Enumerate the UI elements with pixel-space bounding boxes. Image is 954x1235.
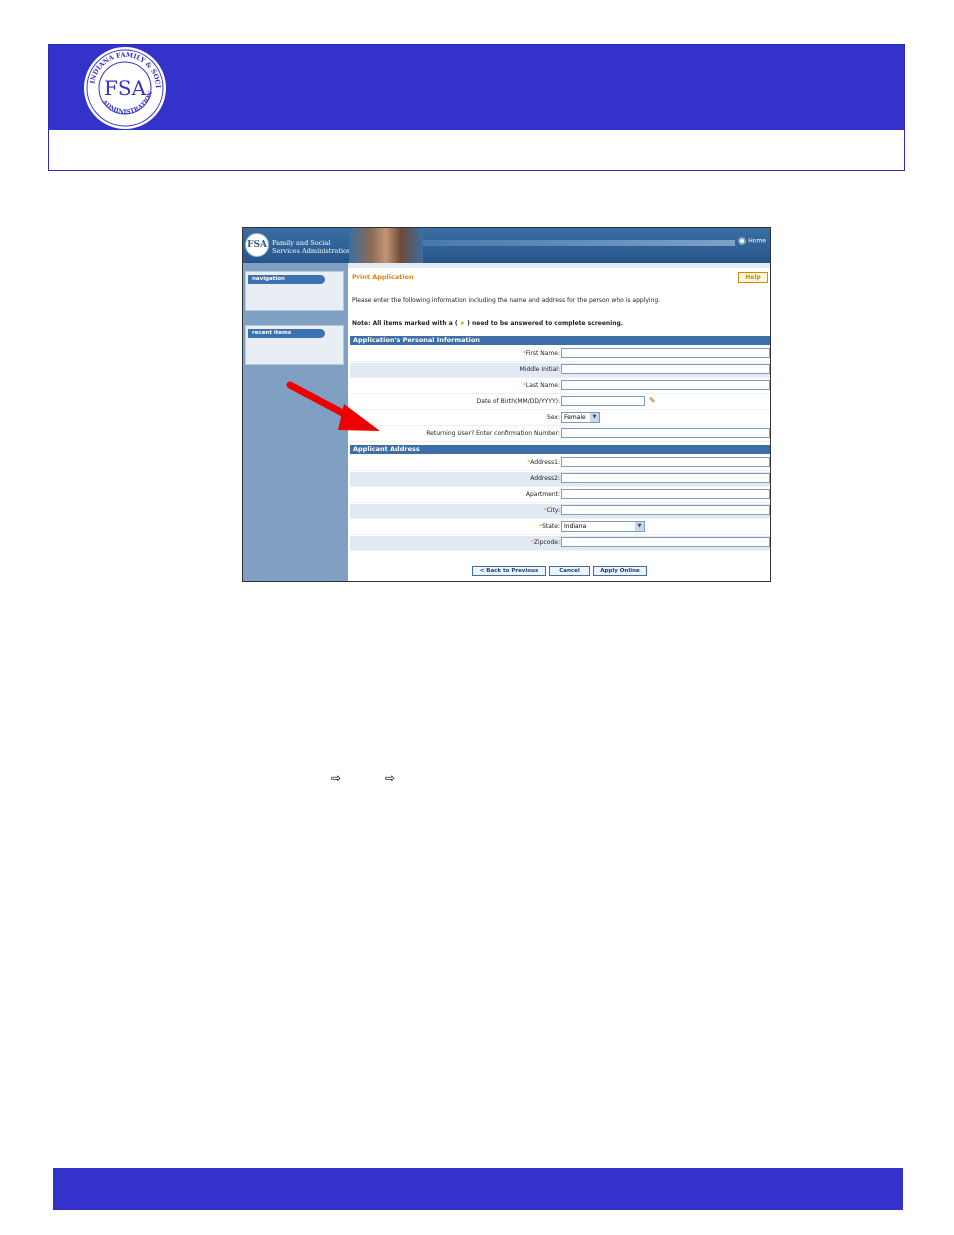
last-name-row: *Last Name: xyxy=(350,379,770,394)
address2-input[interactable] xyxy=(561,473,770,483)
sex-label: Sex: xyxy=(547,414,560,421)
last-name-label: *Last Name: xyxy=(523,382,560,389)
app-header: FSA Family and Social Services Administr… xyxy=(243,228,770,263)
navigation-panel: navigation xyxy=(245,271,344,311)
navigation-tab[interactable]: navigation xyxy=(248,275,325,284)
first-name-label-text: First Name: xyxy=(525,350,560,357)
state-select-value: Indiana xyxy=(564,523,587,530)
document-footer xyxy=(53,1168,903,1210)
address1-label-text: Address1: xyxy=(530,459,560,466)
zipcode-label: *Zipcode: xyxy=(531,539,560,546)
city-label-text: City: xyxy=(546,507,560,514)
page-title: Print Application xyxy=(352,273,414,281)
fssa-logo-icon: FSA xyxy=(245,233,269,257)
chevron-down-icon: ▼ xyxy=(635,522,644,531)
personal-info-header: Application's Personal Information xyxy=(350,336,770,345)
required-note: Note: All items marked with a ( ★ ) need… xyxy=(352,320,623,327)
first-name-input[interactable] xyxy=(561,348,770,358)
svg-text:FSA: FSA xyxy=(104,76,147,100)
city-label: *City: xyxy=(544,507,560,514)
org-name-line1: Family and Social xyxy=(272,239,331,247)
chevron-down-icon: ▼ xyxy=(590,413,599,422)
middle-initial-input[interactable] xyxy=(561,364,770,374)
header-subband xyxy=(49,130,904,170)
middle-initial-row: Middle Initial: xyxy=(350,363,770,378)
state-row: *State: Indiana ▼ xyxy=(350,520,770,535)
star-icon: ★ xyxy=(459,320,466,327)
last-name-label-text: Last Name: xyxy=(525,382,560,389)
apartment-input[interactable] xyxy=(561,489,770,499)
document-header: INDIANA FAMILY & SOCIAL SERVICES ADMINIS… xyxy=(48,44,905,171)
org-name-line2: Services Administration xyxy=(272,247,352,255)
family-photo xyxy=(349,228,423,263)
cancel-button[interactable]: Cancel xyxy=(549,566,590,576)
header-stripe xyxy=(423,240,735,246)
address1-label: *Address1: xyxy=(527,459,560,466)
recent-items-panel: recent items xyxy=(245,325,344,365)
state-label-text: State: xyxy=(542,523,560,530)
first-name-label: *First Name: xyxy=(523,350,560,357)
apply-online-button[interactable]: Apply Online xyxy=(593,566,647,576)
home-label: Home xyxy=(748,237,766,245)
city-input[interactable] xyxy=(561,505,770,515)
help-button[interactable]: Help xyxy=(738,272,768,283)
zipcode-label-text: Zipcode: xyxy=(533,539,560,546)
recent-items-tab[interactable]: recent items xyxy=(248,329,325,338)
calendar-icon[interactable]: ✎ xyxy=(649,396,658,406)
address2-row: Address2: xyxy=(350,472,770,487)
main-content: Print Application Help Please enter the … xyxy=(348,263,770,581)
note-suffix: ) need to be answered to complete screen… xyxy=(467,320,624,327)
red-pointer-arrow-icon xyxy=(286,381,380,431)
city-row: *City: xyxy=(350,504,770,519)
dob-row: Date of Birth(MM/DD/YYYY): ✎ xyxy=(350,395,770,410)
middle-initial-label: Middle Initial: xyxy=(519,366,560,373)
top-bar xyxy=(348,263,770,268)
fssa-seal-logo: INDIANA FAMILY & SOCIAL SERVICES ADMINIS… xyxy=(82,45,166,129)
dob-input[interactable] xyxy=(561,396,645,406)
state-label: *State: xyxy=(539,523,560,530)
org-name: Family and Social Services Administratio… xyxy=(272,239,351,255)
address1-row: *Address1: xyxy=(350,456,770,471)
last-name-input[interactable] xyxy=(561,380,770,390)
right-arrow-icon: ⇨ xyxy=(331,771,342,785)
returning-user-label: Returning User? Enter confirmation Numbe… xyxy=(426,430,560,437)
right-arrow-icon: ⇨ xyxy=(385,771,396,785)
dob-label: Date of Birth(MM/DD/YYYY): xyxy=(476,398,560,405)
state-select[interactable]: Indiana ▼ xyxy=(561,521,645,532)
home-link[interactable]: Home xyxy=(738,237,766,245)
confirmation-number-input[interactable] xyxy=(561,428,770,438)
header-band xyxy=(49,45,904,130)
zipcode-input[interactable] xyxy=(561,537,770,547)
sex-row: Sex: Female ▼ xyxy=(350,411,770,426)
returning-user-row: Returning User? Enter confirmation Numbe… xyxy=(350,427,770,442)
sex-select-value: Female xyxy=(564,414,586,421)
apartment-label: Apartment: xyxy=(525,491,560,498)
address1-input[interactable] xyxy=(561,457,770,467)
home-icon xyxy=(738,237,747,245)
back-to-previous-button[interactable]: < Back to Previous xyxy=(472,566,546,576)
intro-text: Please enter the following information i… xyxy=(352,297,661,304)
first-name-row: *First Name: xyxy=(350,347,770,362)
address2-label: Address2: xyxy=(530,475,560,482)
note-prefix: Note: All items marked with a ( xyxy=(352,320,458,327)
applicant-address-header: Applicant Address xyxy=(350,445,770,454)
apartment-row: Apartment: xyxy=(350,488,770,503)
sex-select[interactable]: Female ▼ xyxy=(561,412,600,423)
zipcode-row: *Zipcode: xyxy=(350,536,770,551)
